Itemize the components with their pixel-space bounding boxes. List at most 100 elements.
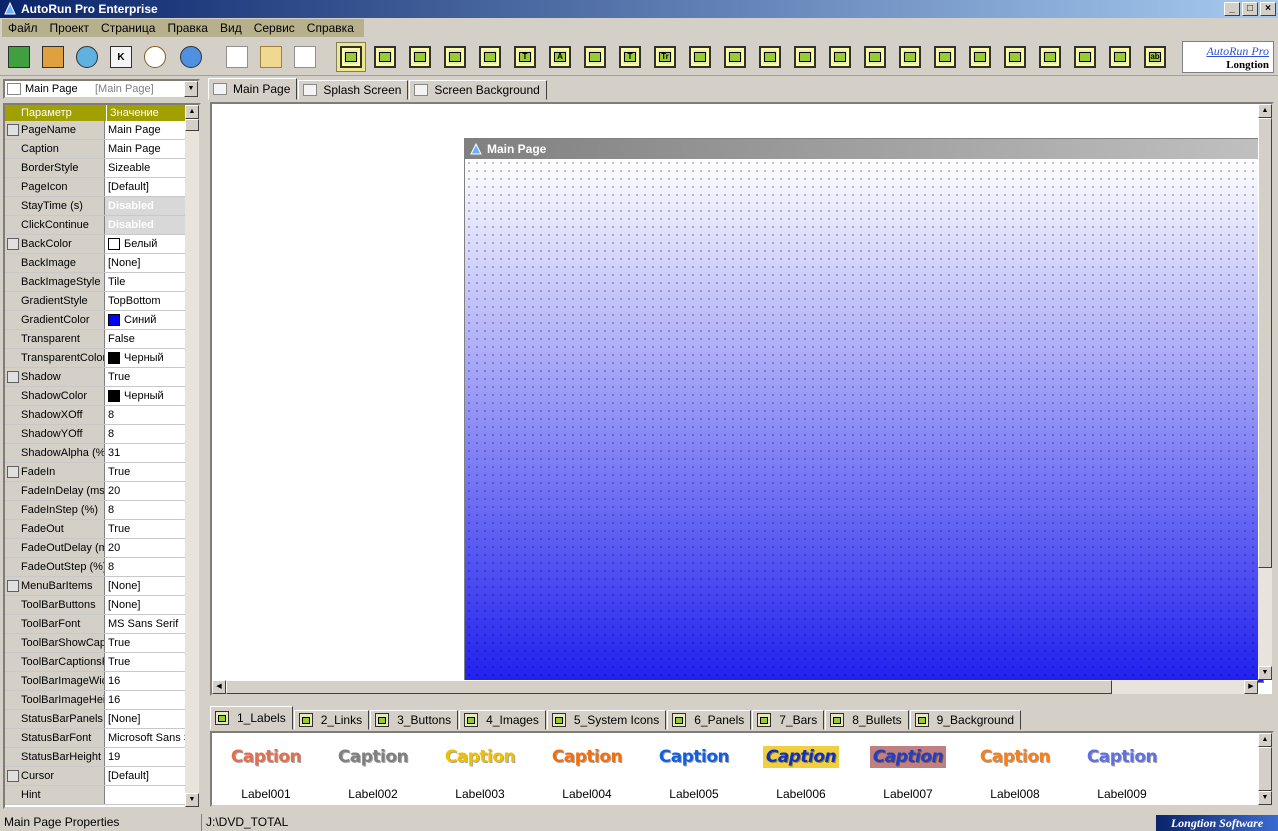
property-row-fadeoutdelay-ms[interactable]: FadeOutDelay (ms)20 <box>5 539 189 558</box>
combo-tool-button[interactable] <box>860 42 890 72</box>
property-row-statusbarfont[interactable]: StatusBarFontMicrosoft Sans Serif <box>5 729 189 748</box>
tab-2-links[interactable]: 2_Links <box>293 710 370 730</box>
property-row-pageicon[interactable]: PageIcon [Default] <box>5 178 189 197</box>
property-value[interactable]: True <box>105 368 189 386</box>
property-row-gradientcolor[interactable]: GradientColor Синий <box>5 311 189 330</box>
page-canvas-window[interactable]: Main Page <box>464 138 1264 683</box>
tab-4-images[interactable]: 4_Images <box>459 710 546 730</box>
scroll-down-button[interactable]: ▼ <box>1258 791 1272 805</box>
property-value[interactable]: 31 <box>105 444 189 462</box>
property-row-transparent[interactable]: Transparent False <box>5 330 189 349</box>
property-value[interactable]: Черный <box>105 349 189 367</box>
property-row-toolbarfont[interactable]: ToolBarFont MS Sans Serif <box>5 615 189 634</box>
property-value[interactable]: True <box>105 463 189 481</box>
property-value[interactable]: 19 <box>105 748 189 766</box>
tab-screen-background[interactable]: Screen Background <box>409 80 547 100</box>
component-label-6[interactable]: Caption Label006 <box>751 739 851 801</box>
new-project-button[interactable] <box>4 42 34 72</box>
property-row-toolbarshowcaptions[interactable]: ToolBarShowCaptionsTrue <box>5 634 189 653</box>
property-value[interactable]: Disabled <box>105 216 189 234</box>
grid-tool-button[interactable] <box>755 42 785 72</box>
palette-scrollbar[interactable]: ▲ ▼ <box>1258 733 1272 805</box>
property-row-fadeoutstep[interactable]: FadeOutStep (%) 8 <box>5 558 189 577</box>
shape-tool-button[interactable] <box>440 42 470 72</box>
property-value[interactable]: Disabled <box>105 197 189 215</box>
tab-5-system-icons[interactable]: 5_System Icons <box>546 710 667 730</box>
value-column-header[interactable]: Значение <box>107 105 189 121</box>
scroll-up-button[interactable]: ▲ <box>1258 733 1272 747</box>
property-row-fadeindelay-ms[interactable]: FadeInDelay (ms) 20 <box>5 482 189 501</box>
design-vertical-scrollbar[interactable]: ▲ ▼ <box>1258 104 1272 680</box>
scroll-thumb[interactable] <box>185 119 199 131</box>
tab-1-labels[interactable]: 1_Labels <box>210 706 293 730</box>
property-value[interactable]: 20 <box>105 539 189 557</box>
menu-page[interactable]: Страница <box>95 21 161 35</box>
component-label-2[interactable]: Caption Label002 <box>323 739 423 801</box>
memo-tool-button[interactable] <box>685 42 715 72</box>
property-value[interactable]: Черный <box>105 387 189 405</box>
property-value[interactable]: 16 <box>105 691 189 709</box>
property-row-shadowalpha[interactable]: ShadowAlpha (%) 31 <box>5 444 189 463</box>
property-value[interactable]: 8 <box>105 406 189 424</box>
property-row-statusbarheight[interactable]: StatusBarHeight 19 <box>5 748 189 767</box>
tab-9-background[interactable]: 9_Background <box>909 710 1022 730</box>
property-row-toolbarimagewidth[interactable]: ToolBarImageWidth16 <box>5 672 189 691</box>
tab-8-bullets[interactable]: 8_Bullets <box>825 710 909 730</box>
link-tool-button[interactable] <box>580 42 610 72</box>
design-area[interactable]: Main Page ▲ ▼ ◀ ▶ <box>210 102 1274 696</box>
chevron-down-icon[interactable]: ▼ <box>184 81 198 97</box>
page-selector[interactable]: Main Page [Main Page] ▼ <box>3 79 200 99</box>
property-value[interactable]: [None] <box>105 577 189 595</box>
property-value[interactable]: Main Page <box>105 140 189 158</box>
property-row-cursor[interactable]: Cursor [Default] <box>5 767 189 786</box>
scroll-right-button[interactable]: ▶ <box>1244 680 1258 694</box>
search-button[interactable] <box>140 42 170 72</box>
frame-tool-button[interactable] <box>405 42 435 72</box>
minimize-button[interactable]: _ <box>1224 2 1240 16</box>
property-value[interactable]: TopBottom <box>105 292 189 310</box>
property-row-fadeinstep[interactable]: FadeInStep (%) 8 <box>5 501 189 520</box>
scroll-thumb[interactable] <box>1258 118 1272 568</box>
property-row-shadowcolor[interactable]: ShadowColor Черный <box>5 387 189 406</box>
component-label-3[interactable]: Caption Label003 <box>430 739 530 801</box>
menu-file[interactable]: Файл <box>2 21 44 35</box>
component-label-1[interactable]: Caption Label001 <box>216 739 316 801</box>
property-value[interactable]: 16 <box>105 672 189 690</box>
run-button[interactable] <box>176 42 206 72</box>
property-row-hint[interactable]: Hint <box>5 786 189 805</box>
property-value[interactable]: Синий <box>105 311 189 329</box>
property-value[interactable]: 8 <box>105 425 189 443</box>
component-label-8[interactable]: Caption Label008 <box>965 739 1065 801</box>
menu-help[interactable]: Справка <box>301 21 360 35</box>
property-row-toolbarbuttons[interactable]: ToolBarButtons [None] <box>5 596 189 615</box>
preview-page-button[interactable] <box>290 42 320 72</box>
tab-splash-screen[interactable]: Splash Screen <box>298 80 409 100</box>
tab-3-buttons[interactable]: 3_Buttons <box>370 710 459 730</box>
property-value[interactable]: [None] <box>105 596 189 614</box>
property-row-shadowyoff[interactable]: ShadowYOff 8 <box>5 425 189 444</box>
property-row-backimage[interactable]: BackImage [None] <box>5 254 189 273</box>
button-tool-button[interactable] <box>475 42 505 72</box>
property-row-shadow[interactable]: Shadow True <box>5 368 189 387</box>
property-row-pagename[interactable]: PageName Main Page <box>5 121 189 140</box>
media-tool-button[interactable] <box>1035 42 1065 72</box>
canvas-title-bar[interactable]: Main Page <box>465 139 1263 159</box>
title-tool-button[interactable]: T <box>615 42 645 72</box>
edit-button[interactable]: K <box>106 42 136 72</box>
flash-tool-button[interactable] <box>1000 42 1030 72</box>
tab-6-panels[interactable]: 6_Panels <box>667 710 752 730</box>
panel-tool-button[interactable] <box>370 42 400 72</box>
music-tool-button[interactable] <box>1070 42 1100 72</box>
property-row-menubaritems[interactable]: MenuBarItems [None] <box>5 577 189 596</box>
list-tool-button[interactable] <box>720 42 750 72</box>
property-row-fadein[interactable]: FadeIn True <box>5 463 189 482</box>
property-row-clickcontinue[interactable]: ClickContinue Disabled <box>5 216 189 235</box>
scroll-up-button[interactable]: ▲ <box>1258 104 1272 118</box>
tree-tool-button[interactable] <box>895 42 925 72</box>
page-canvas[interactable] <box>465 159 1263 682</box>
property-value[interactable]: Microsoft Sans Serif <box>105 729 189 747</box>
component-label-4[interactable]: Caption Label004 <box>537 739 637 801</box>
scroll-up-button[interactable]: ▲ <box>185 105 199 119</box>
radio-tool-button[interactable] <box>825 42 855 72</box>
edit-box-tool-button[interactable]: ab <box>1140 42 1170 72</box>
